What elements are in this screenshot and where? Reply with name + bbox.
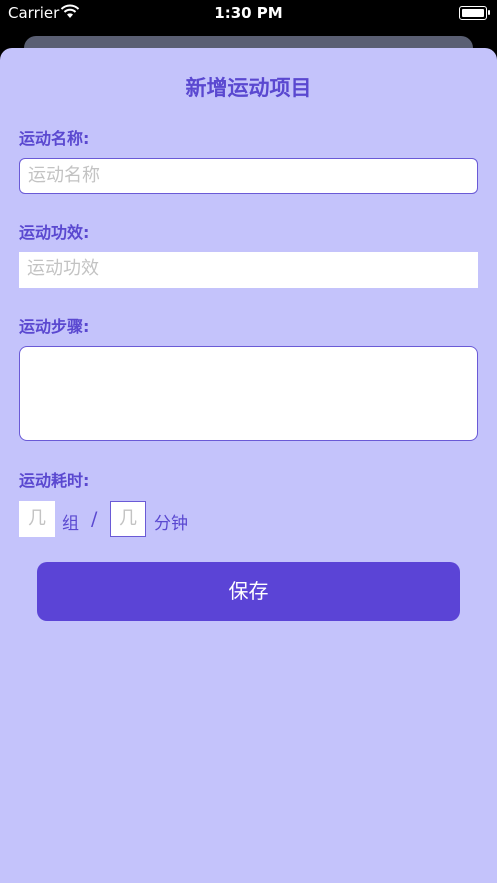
sets-input[interactable]: 几 bbox=[19, 501, 55, 537]
status-time: 1:30 PM bbox=[214, 4, 283, 22]
exercise-steps-label: 运动步骤: bbox=[19, 317, 90, 336]
sets-unit-label: 组 bbox=[62, 514, 79, 534]
exercise-duration-label: 运动耗时: bbox=[19, 471, 90, 490]
minutes-input[interactable]: 几 bbox=[110, 501, 146, 537]
exercise-effect-label: 运动功效: bbox=[19, 223, 90, 242]
status-bar: Carrier 1:30 PM bbox=[0, 0, 497, 30]
exercise-effect-input[interactable]: 运动功效 bbox=[19, 252, 478, 288]
page-title: 新增运动项目 bbox=[185, 76, 312, 100]
battery-icon bbox=[459, 6, 490, 20]
exercise-name-input[interactable]: 运动名称 bbox=[19, 158, 478, 194]
add-exercise-sheet: 新增运动项目 运动名称: 运动名称 运动功效: 运动功效 运动步骤: 运动耗时:… bbox=[0, 48, 497, 883]
separator-label: / bbox=[91, 508, 98, 530]
exercise-name-label: 运动名称: bbox=[19, 129, 90, 148]
save-button[interactable]: 保存 bbox=[37, 562, 460, 621]
minutes-unit-label: 分钟 bbox=[154, 514, 188, 534]
exercise-steps-textarea[interactable] bbox=[19, 346, 478, 441]
